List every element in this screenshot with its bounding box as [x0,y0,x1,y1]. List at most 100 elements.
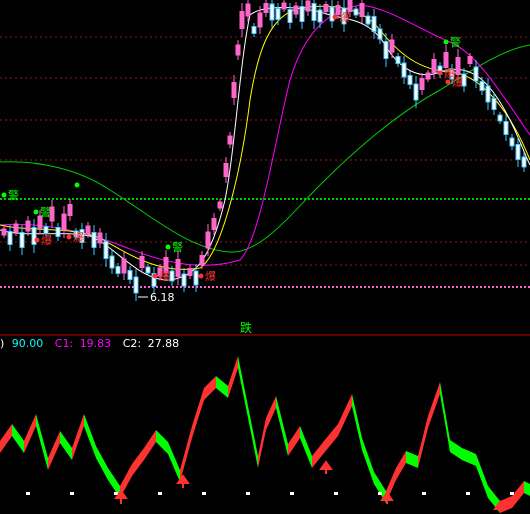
candle-body [115,266,121,274]
candle-body [61,213,67,231]
ribbon-up-segment [0,424,12,453]
candle-body [371,16,377,32]
candle-body [497,114,503,122]
dot-icon [466,492,470,495]
candle-body [217,201,223,209]
candle-body [43,226,49,234]
candle-body [407,75,413,85]
ribbon-down-segment [462,448,476,466]
candle-body [31,227,37,245]
candle-body [7,231,13,245]
ribbon-up-segment [72,414,84,460]
dot-icon [26,492,30,495]
warning-label-4: 警 [450,35,461,49]
candle-body [281,2,287,10]
buy-arrows [114,460,507,512]
candle-body [485,85,491,103]
candle-body [13,223,19,233]
main-price-chart[interactable]: 警 警 警 警 爆 爆 爆 爆 爆 爆 爆 6.18 [0,0,530,320]
ribbon-down-segment [156,430,168,454]
candle-body [133,276,139,294]
ribbon-down-segment [524,481,530,496]
ribbon-down-segment [440,382,450,452]
low-price-label: 6.18 [150,291,175,304]
ribbon-up-segment [24,414,36,453]
ribbon-down-segment [476,454,488,498]
candle-body [85,225,91,235]
ribbon-up-segment [204,376,216,400]
ribbon-down-segment [362,438,374,484]
candle-body [19,232,25,248]
candle-body [145,266,151,274]
candle-body [455,57,461,75]
ribbon-down-segment [300,426,312,468]
candle-body [515,144,521,160]
oscillator-chart[interactable] [0,352,530,514]
indicator-value: 90.00 [11,337,44,350]
candle-body [239,11,245,29]
candle-body [263,3,269,13]
candle-body [257,12,263,28]
dot-icon [334,492,338,495]
candle-body [121,258,127,274]
candle-body [245,3,251,17]
candle-body [299,6,305,22]
c1-value: 19.83 [79,337,112,350]
candle-body [353,8,359,16]
candle-body [311,3,317,21]
candle-body [317,9,323,23]
signal-divider: 跌 [0,320,530,336]
dot-icon [378,492,382,495]
candle-body [503,121,509,135]
burst-label-1: 爆 [41,233,52,247]
candle-body [479,81,485,91]
indicator-prefix: ) [0,337,5,350]
candle-body [193,270,199,286]
ribbon-down-segment [84,414,96,458]
candle-body [425,72,431,80]
ribbon-down-segment [36,414,48,470]
candle-body [1,228,7,236]
dot-icon [290,492,294,495]
candle-body [323,4,329,12]
candle-body [223,163,229,177]
candle-body [275,8,281,20]
candle-body [139,256,145,268]
ribbon-down-segment [60,431,72,460]
candle-body [103,241,109,259]
candle-body [25,220,31,232]
burst-label-5: 爆 [339,10,350,24]
ribbon-up-segment [396,451,406,480]
ribbon-down-segment [12,424,24,453]
candle-body [187,268,193,276]
dot-icon [510,492,514,495]
candle-body [235,44,241,56]
dot-icon [70,492,74,495]
dot-icon [202,492,206,495]
candle-body [419,78,425,90]
ribbon-up-segment [418,416,428,468]
candle-body [169,270,175,282]
indicator-header: ) 90.00 C1: 19.83 C2: 27.88 [0,336,530,352]
dot-icon [246,492,250,495]
ribbon-up-segment [48,431,60,470]
ribbon-down-segment [406,451,418,468]
ribbon-down-segment [96,446,108,480]
candle-body [127,270,133,280]
ribbon-down-segment [450,440,462,460]
dot-icon [422,492,426,495]
ribbon-up-segment [228,356,238,398]
candle-body [91,232,97,248]
candle-body [413,83,419,101]
burst-label-3: 爆 [159,269,170,283]
candle-body [55,227,61,237]
candle-body [521,156,527,168]
candle-body [401,62,407,78]
up-arrow-icon [319,460,333,474]
ribbon-up-segment [144,430,156,460]
ribbon-up-segment [180,426,192,482]
warning-label-1: 警 [8,188,19,202]
candle-body [97,232,103,244]
candle-body [305,0,311,12]
ribbon-up-segment [338,394,352,436]
